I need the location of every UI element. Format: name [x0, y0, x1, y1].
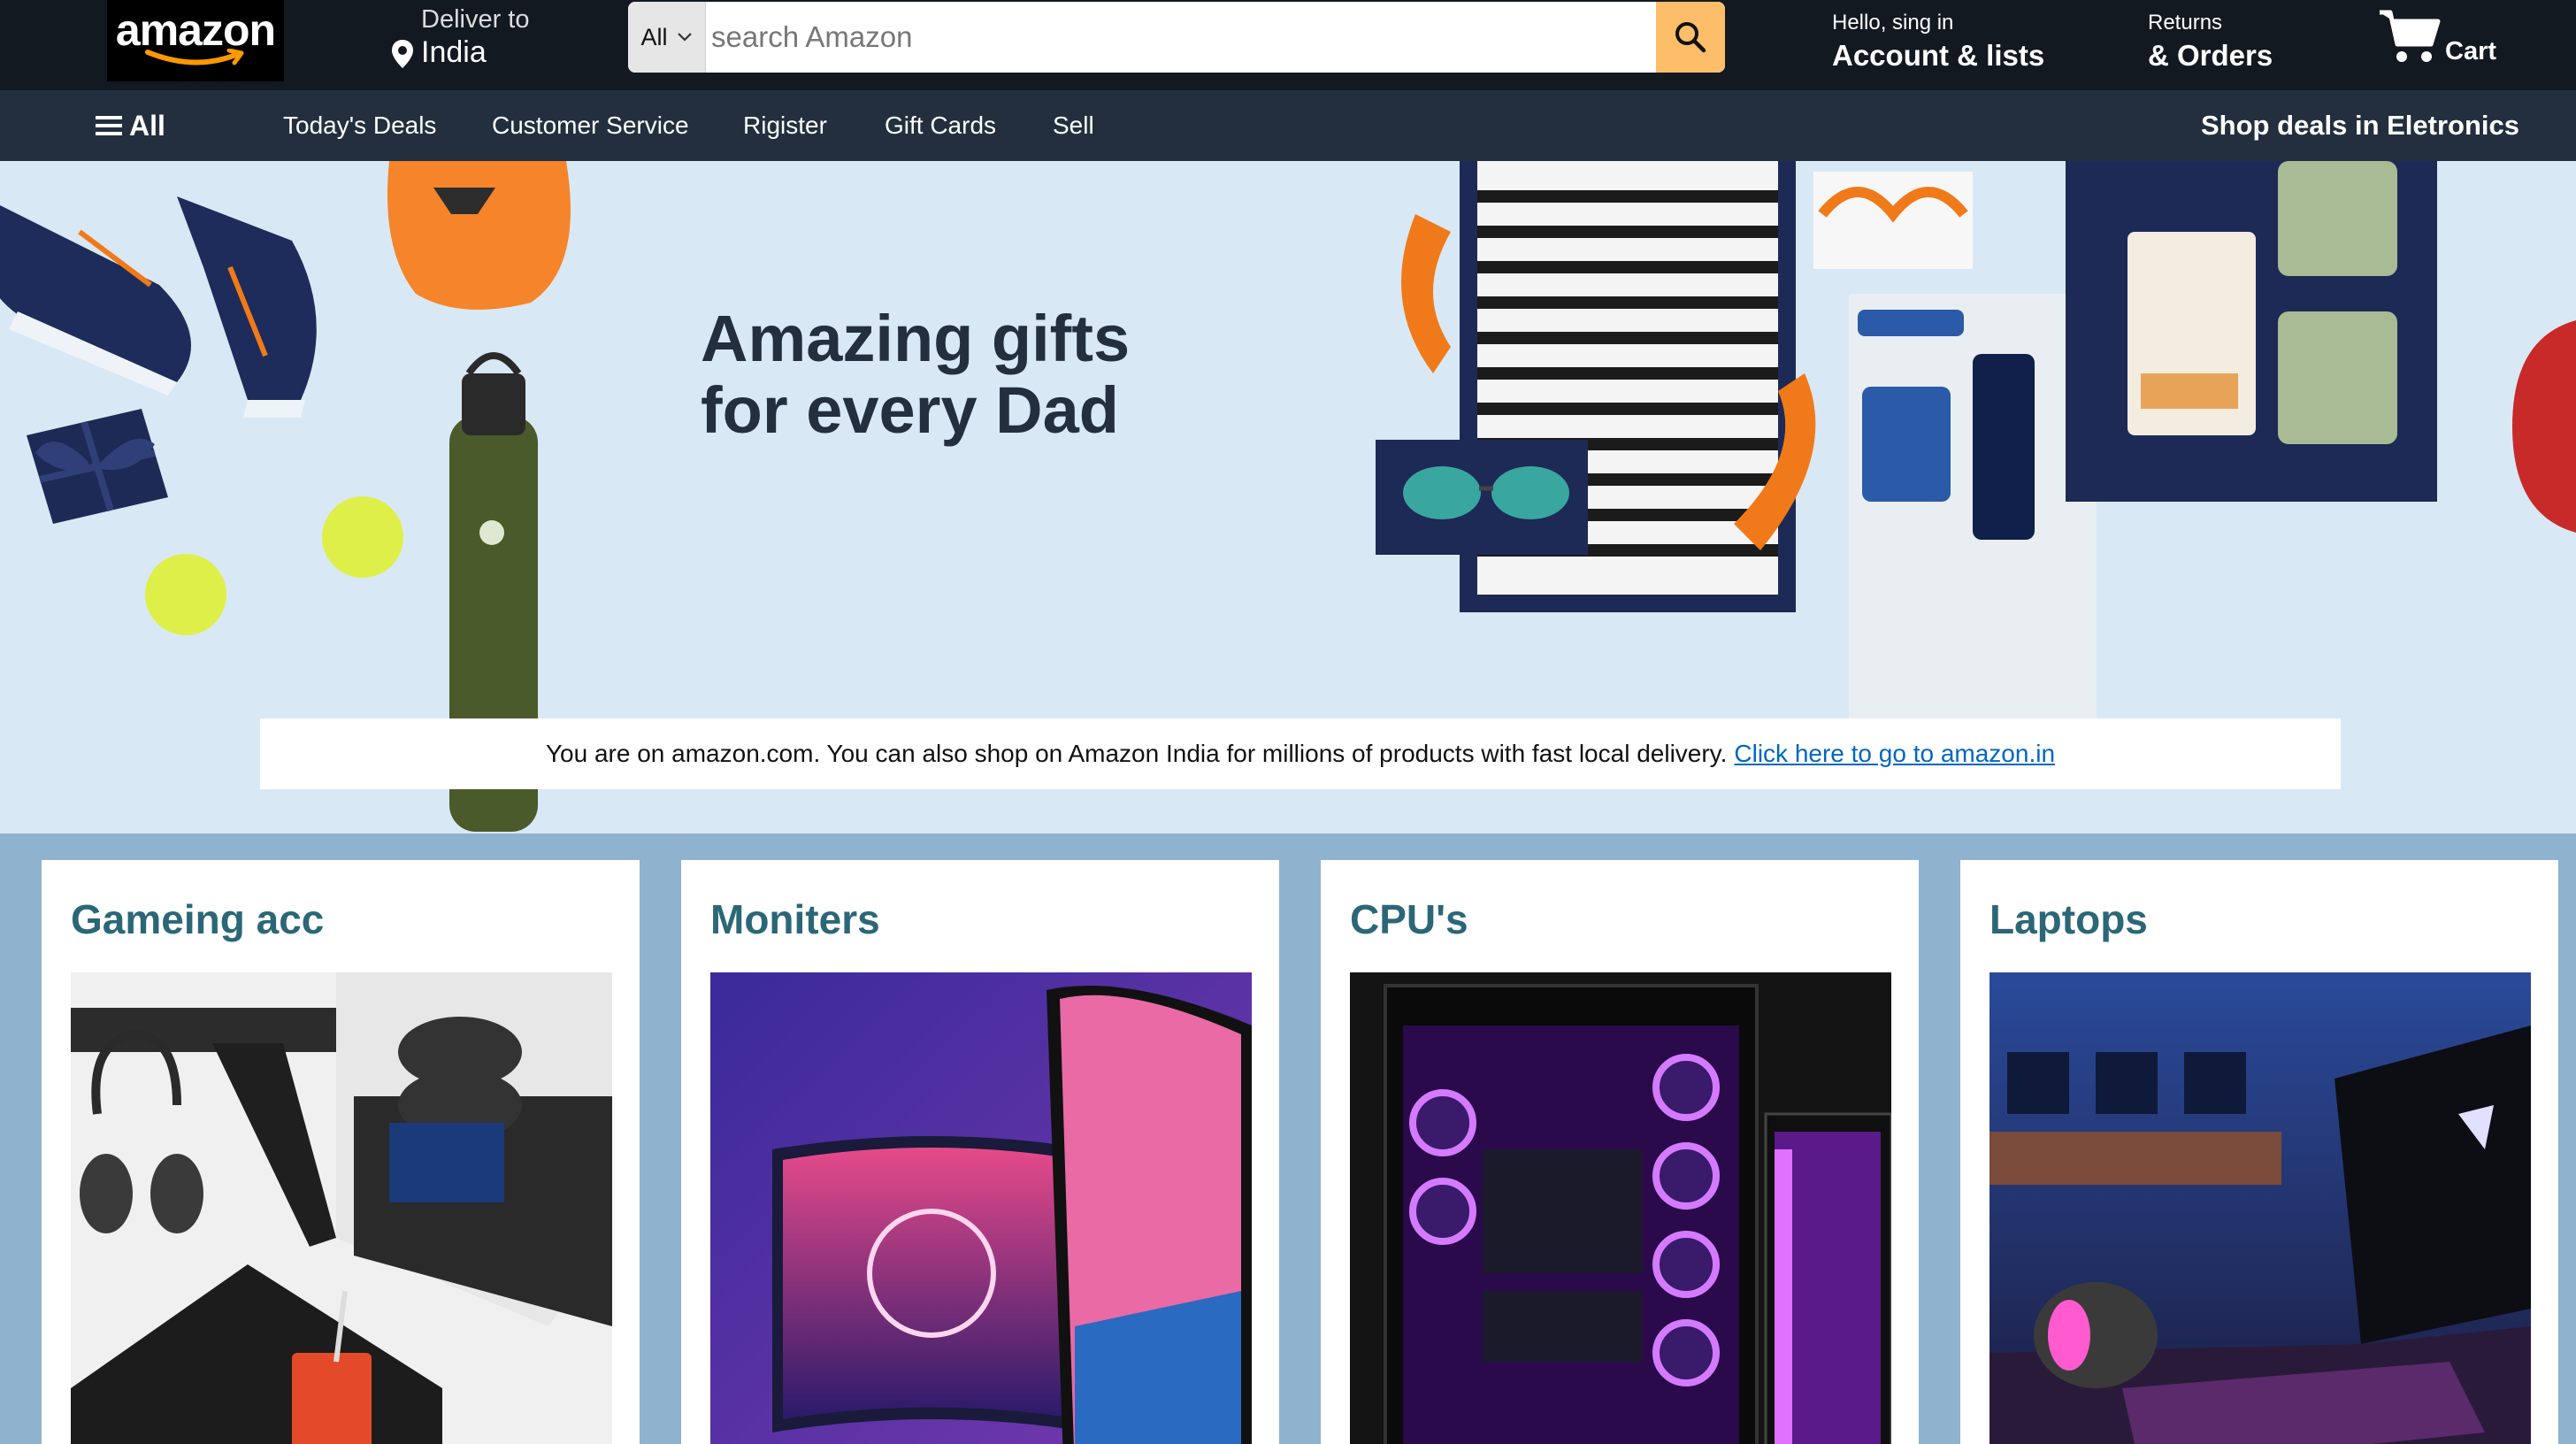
account-greeting: Hello, sing in [1832, 11, 1954, 35]
tennis-ball-1 [145, 554, 226, 635]
cart-icon [2380, 10, 2441, 62]
hero-title: Amazing gifts for every Dad [701, 303, 1130, 447]
small-gift-image [1813, 172, 1973, 269]
monitors-image[interactable] [710, 972, 1252, 1444]
deliver-location: India [421, 35, 487, 69]
laptops-image[interactable] [1990, 972, 2531, 1444]
secondary-navigation-bar: All Today's Deals Customer Service Rigis… [0, 90, 2576, 161]
nav-promo-electronics[interactable]: Shop deals in Eletronics [2201, 90, 2519, 161]
gaming-accessories-illustration [71, 972, 612, 1444]
search-icon [1675, 22, 1706, 53]
chevron-down-icon [677, 33, 692, 42]
search-bar: All [628, 2, 1725, 73]
top-navigation-bar: amazon Deliver to India All search Amazo… [0, 0, 2576, 90]
nav-link-gift-cards[interactable]: Gift Cards [885, 90, 996, 161]
nav-link-sell[interactable]: Sell [1053, 90, 1094, 161]
deliver-label: Deliver to [421, 5, 530, 34]
go-to-amazon-in-link[interactable]: Click here to go to amazon.in [1734, 740, 2055, 768]
cart-button[interactable]: Cart [2378, 5, 2496, 66]
nav-link-todays-deals[interactable]: Today's Deals [283, 90, 436, 161]
category-card-title: Gameing acc [71, 896, 325, 942]
amazon-home-page: amazon Deliver to India All search Amazo… [0, 0, 2576, 1444]
category-card-cpus[interactable]: CPU's [1321, 860, 1919, 1444]
search-button[interactable] [1656, 2, 1725, 73]
laptops-illustration [1990, 972, 2531, 1444]
sneakers-image [0, 196, 317, 418]
category-card-monitors[interactable]: Moniters [681, 860, 1279, 1444]
category-card-title: CPU's [1350, 896, 1468, 942]
orange-cap-image [387, 161, 571, 310]
region-notice: You are on amazon.com. You can also shop… [260, 718, 2341, 789]
cpu-cases-image[interactable] [1350, 972, 1891, 1444]
returns-label: Returns [2148, 11, 2223, 35]
all-menu-button[interactable]: All [96, 90, 165, 161]
nav-link-register[interactable]: Rigister [743, 90, 827, 161]
monitors-illustration [710, 972, 1252, 1444]
region-notice-text: You are on amazon.com. You can also shop… [545, 740, 1728, 767]
hero-title-line-1: Amazing gifts [701, 302, 1131, 375]
search-category-select[interactable]: All [628, 2, 706, 73]
pegboard-coffee-image [2066, 161, 2437, 502]
category-card-gaming[interactable]: Gameing acc [42, 860, 640, 1444]
sunglasses-image [1376, 440, 1588, 555]
orders-label: & Orders [2148, 39, 2273, 72]
location-pin-icon [392, 40, 413, 68]
cpu-cases-illustration [1350, 972, 1891, 1444]
grooming-products-image [1849, 294, 2097, 718]
category-card-title: Moniters [710, 896, 880, 942]
category-card-laptops[interactable]: Laptops [1960, 860, 2558, 1444]
hamburger-menu-icon [96, 116, 122, 135]
account-and-lists[interactable]: Hello, sing in Account & lists [1832, 11, 2044, 73]
hero-banner[interactable]: Amazing gifts for every Dad You are on a… [0, 161, 2576, 833]
red-headphones-image [2512, 320, 2576, 533]
logo-smile-icon [145, 49, 244, 65]
hero-title-line-2: for every Dad [701, 373, 1119, 448]
returns-and-orders[interactable]: Returns & Orders [2148, 11, 2273, 73]
search-category-value: All [640, 23, 668, 50]
category-card-title: Laptops [1990, 896, 2148, 942]
tennis-ball-2 [322, 496, 403, 578]
category-cards-section: Gameing acc Moniters CPU's Laptops [0, 833, 2576, 1444]
nav-link-customer-service[interactable]: Customer Service [492, 90, 689, 161]
search-input[interactable] [706, 2, 1656, 73]
all-menu-label: All [129, 109, 165, 142]
account-label: Account & lists [1832, 39, 2045, 72]
navy-gift-box-image [27, 409, 168, 524]
gaming-accessories-image[interactable] [71, 972, 612, 1444]
amazon-logo[interactable]: amazon [107, 0, 284, 81]
logo-wordmark: amazon [115, 5, 276, 55]
cart-label: Cart [2445, 37, 2497, 65]
